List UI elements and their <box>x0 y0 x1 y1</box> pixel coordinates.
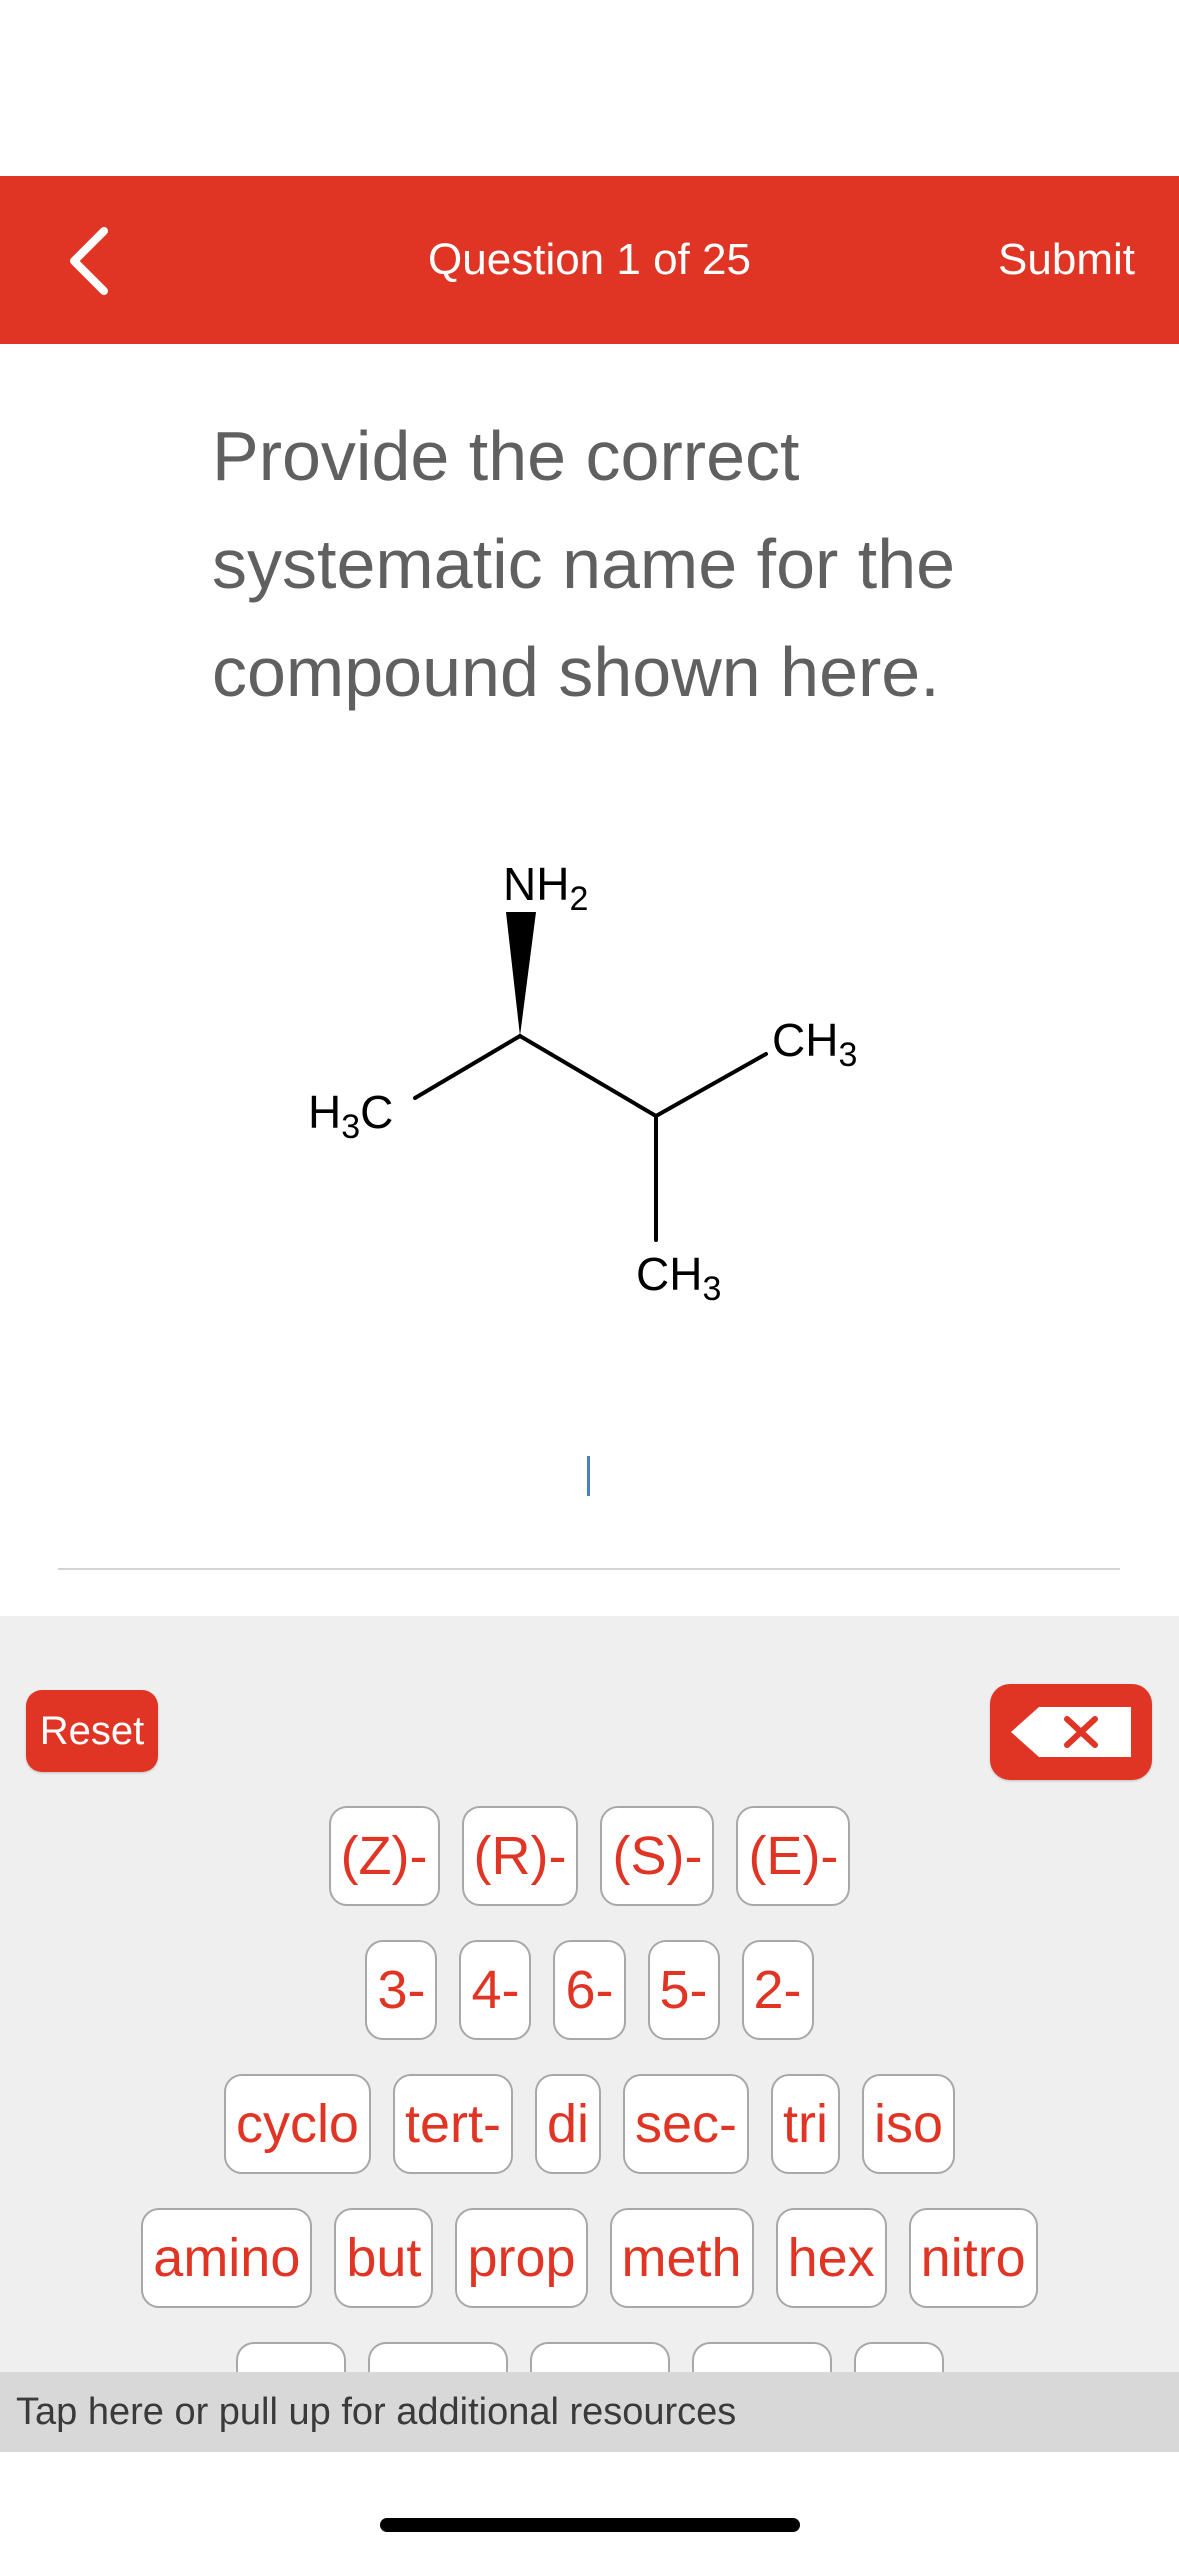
key-row-roots: amino but prop meth hex nitro <box>0 2208 1179 2308</box>
key-3[interactable]: 3- <box>365 1940 438 2040</box>
key-e[interactable]: (E)- <box>736 1806 851 1906</box>
answer-divider <box>58 1568 1120 1570</box>
key-but[interactable]: but <box>334 2208 434 2308</box>
key-hex[interactable]: hex <box>775 2208 887 2308</box>
key-nitro[interactable]: nitro <box>908 2208 1038 2308</box>
backspace-button[interactable] <box>990 1684 1152 1780</box>
key-6[interactable]: 6- <box>553 1940 626 2040</box>
header-bar: Question 1 of 25 Submit <box>0 176 1179 344</box>
key-tri[interactable]: tri <box>771 2074 841 2174</box>
label-ch3-bottom: CH3 <box>636 1248 721 1308</box>
label-h3c: H3C <box>308 1086 393 1146</box>
key-meth[interactable]: meth <box>609 2208 754 2308</box>
name-keyboard: Reset (Z)- (R)- (S)- (E)- 3- 4- 6- 5- 2-… <box>0 1616 1179 2402</box>
label-nh2: NH2 <box>503 858 588 918</box>
answer-text-cursor[interactable] <box>587 1456 590 1496</box>
key-s[interactable]: (S)- <box>600 1806 715 1906</box>
key-di[interactable]: di <box>534 2074 602 2174</box>
key-row-stereo: (Z)- (R)- (S)- (E)- <box>0 1806 1179 1906</box>
key-row-locants: 3- 4- 6- 5- 2- <box>0 1940 1179 2040</box>
key-tert[interactable]: tert- <box>392 2074 513 2174</box>
home-indicator[interactable] <box>380 2518 800 2532</box>
molecule-structure: NH2 CH3 H3C CH3 <box>308 858 857 1308</box>
key-2[interactable]: 2- <box>741 1940 814 2040</box>
wedge-bond-nh2 <box>506 912 536 1036</box>
label-ch3-right: CH3 <box>772 1014 857 1074</box>
key-sec[interactable]: sec- <box>623 2074 750 2174</box>
question-text: Provide the correct systematic name for … <box>212 417 956 711</box>
key-prop[interactable]: prop <box>455 2208 588 2308</box>
bond-c3-ch3-right <box>654 1052 768 1118</box>
key-r[interactable]: (R)- <box>461 1806 579 1906</box>
key-row-prefixes: cyclo tert- di sec- tri iso <box>0 2074 1179 2174</box>
key-4[interactable]: 4- <box>459 1940 532 2040</box>
backspace-icon <box>1011 1707 1131 1757</box>
bond-h3c-c2 <box>413 1034 522 1100</box>
reset-button[interactable]: Reset <box>26 1690 158 1772</box>
key-z[interactable]: (Z)- <box>328 1806 440 1906</box>
key-5[interactable]: 5- <box>647 1940 720 2040</box>
key-iso[interactable]: iso <box>862 2074 956 2174</box>
key-cyclo[interactable]: cyclo <box>223 2074 371 2174</box>
resources-panel-handle[interactable]: Tap here or pull up for additional resou… <box>0 2372 1179 2452</box>
key-amino[interactable]: amino <box>141 2208 313 2308</box>
bond-c2-c3 <box>518 1034 658 1118</box>
submit-button[interactable]: Submit <box>998 232 1135 288</box>
